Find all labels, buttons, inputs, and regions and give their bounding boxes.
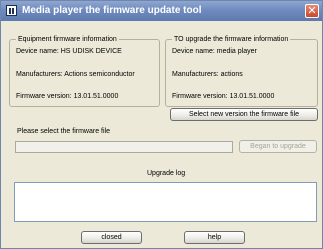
firmware-update-window: Media player the firmware update tool ✕ … [0, 0, 323, 249]
upgrade-log-title: Upgrade log [147, 170, 186, 177]
equipment-info-legend: Equipment firmware information [16, 35, 119, 44]
firmware-file-path-input[interactable] [15, 141, 233, 153]
title-bar[interactable]: Media player the firmware update tool ✕ [1, 1, 322, 21]
equipment-device-name: Device name: HS UDISK DEVICE [16, 48, 122, 55]
select-firmware-prompt: Please select the firmware file [17, 128, 110, 135]
equipment-info-group: Equipment firmware information Device na… [9, 35, 160, 107]
select-firmware-file-button[interactable]: Select new version the firmware file [170, 108, 318, 121]
closed-button[interactable]: closed [81, 231, 142, 244]
upgrade-info-legend: TO upgrade the firmware information [172, 35, 291, 44]
app-icon [6, 5, 17, 16]
upgrade-firmware-version: Firmware version: 13.01.51.0000 [172, 93, 275, 100]
upgrade-manufacturer: Manufacturers: actions [172, 71, 243, 78]
upgrade-device-name: Device name: media player [172, 48, 257, 55]
close-button[interactable]: ✕ [305, 4, 319, 18]
equipment-firmware-version: Firmware version: 13.01.51.0000 [16, 93, 119, 100]
window-title: Media player the firmware update tool [22, 5, 202, 16]
help-button[interactable]: help [184, 231, 245, 244]
equipment-manufacturer: Manufacturers: Actions semiconductor [16, 71, 135, 78]
upgrade-info-group: TO upgrade the firmware information Devi… [165, 35, 318, 107]
began-to-upgrade-button[interactable]: Began to upgrade [239, 140, 317, 153]
upgrade-log-box[interactable] [14, 182, 317, 222]
